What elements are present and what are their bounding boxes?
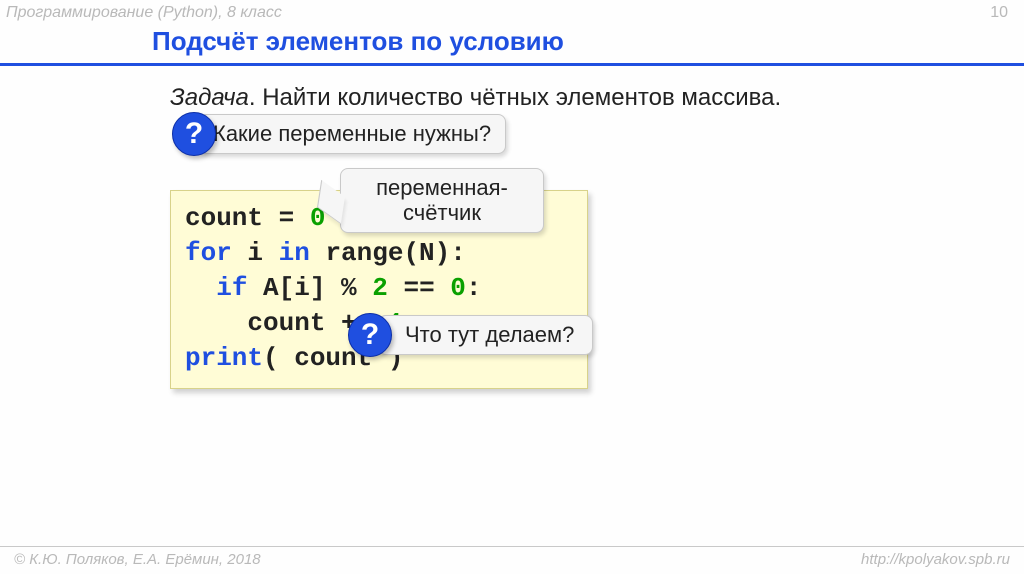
callout-counter-line2: счётчик [403, 200, 481, 225]
copyright-text: © К.Ю. Поляков, Е.А. Ерёмин, 2018 [14, 551, 261, 568]
task-label: Задача [170, 84, 249, 111]
code-l5a: print [185, 343, 263, 373]
footer-copyright: © К.Ю. Поляков, Е.А. Ерёмин, 2018 [10, 551, 261, 568]
header: Программирование (Python), 8 класс 10 [0, 0, 1024, 24]
callout-text: Что тут делаем? [405, 322, 574, 347]
code-l1a: count = [185, 203, 310, 233]
slide-title: Подсчёт элементов по условию [152, 26, 564, 56]
callout-counter-variable: переменная- счётчик [340, 168, 544, 233]
page-number: 10 [990, 4, 1012, 22]
code-l3c: A[i] % [247, 273, 372, 303]
code-l2d: range(N): [310, 238, 466, 268]
task-text: . Найти количество чётных элементов масс… [249, 84, 781, 111]
content-area: Задача. Найти количество чётных элементо… [0, 66, 1024, 112]
code-l3e: == [388, 273, 450, 303]
callout-what-doing: Что тут делаем? [378, 315, 593, 355]
title-bar: Подсчёт элементов по условию [0, 24, 1024, 66]
footer: © К.Ю. Поляков, Е.А. Ерёмин, 2018 http:/… [0, 546, 1024, 574]
slide: Программирование (Python), 8 класс 10 По… [0, 0, 1024, 574]
question-mark-icon: ? [361, 318, 379, 352]
question-badge-2: ? [348, 313, 392, 357]
footer-url: http://kpolyakov.spb.ru [861, 551, 1010, 568]
course-title: Программирование (Python), 8 класс [6, 4, 282, 22]
code-l2a: for [185, 238, 232, 268]
callout-variables-question: Какие переменные нужны? [198, 114, 506, 154]
code-l3b: if [216, 273, 247, 303]
code-l3a [185, 273, 216, 303]
code-l2b: i [232, 238, 279, 268]
callout-counter-line1: переменная- [376, 175, 508, 200]
question-badge-1: ? [172, 112, 216, 156]
task-statement: Задача. Найти количество чётных элементо… [170, 84, 1024, 112]
question-mark-icon: ? [185, 117, 203, 151]
callout-text: Какие переменные нужны? [213, 121, 491, 146]
code-l2c: in [279, 238, 310, 268]
code-l3d: 2 [372, 273, 388, 303]
code-l3f: 0 [450, 273, 466, 303]
code-l3g: : [466, 273, 482, 303]
